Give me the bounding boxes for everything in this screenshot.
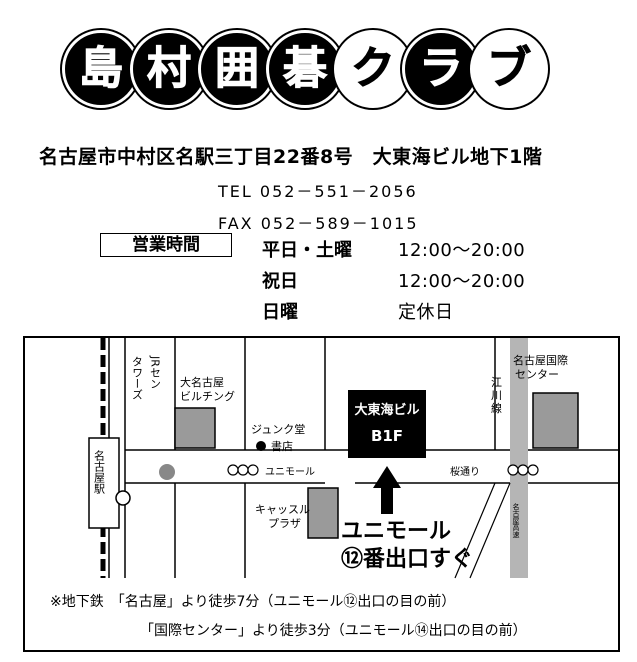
hours-day: 祝日	[262, 271, 298, 292]
floor-label: B1F	[371, 427, 403, 445]
fax: FAX 052－589－1015	[218, 214, 419, 233]
logo-char-3: 囲	[198, 30, 276, 108]
junkudo-label-1: ジュンク堂	[251, 423, 305, 436]
dai-nagoya-building	[174, 407, 216, 449]
logo-char-1: 島	[62, 30, 140, 108]
daitokai-building	[348, 390, 426, 458]
castle-plaza-building	[307, 487, 339, 539]
hours-time: 12:00～20:00	[398, 271, 526, 292]
hours-row: 祝日 12:00～20:00	[262, 267, 525, 293]
intl-center-label-1: 名古屋国際	[513, 353, 568, 367]
dai-nagoya-label-1: 大名古屋	[180, 375, 224, 389]
logo-char-2: 村	[130, 30, 208, 108]
logo-char-7: ブ	[470, 30, 548, 108]
meitetsu-label: 名古屋高速	[512, 502, 520, 539]
intl-center-label-2: センター	[515, 368, 559, 381]
junkudo-dot	[256, 441, 266, 451]
jr-towers-label-1: JRセン	[149, 355, 162, 389]
access-map: 大東海ビル B1F JRセン タワーズ 名古屋駅 大名古屋 ビルチング ジュンク…	[23, 336, 620, 652]
hours-row: 日曜 定休日	[262, 298, 453, 324]
hours-day: 日曜	[262, 302, 298, 323]
logo-char-4: 碁	[266, 30, 344, 108]
castle-plaza-label-1: キャッスル	[255, 503, 310, 516]
hours-label: 営業時間	[100, 233, 232, 257]
building-label: 大東海ビル	[354, 402, 419, 418]
unimall-road-label: ユニモール	[265, 467, 315, 478]
hours-time: 12:00～20:00	[398, 240, 526, 261]
egawa-label-2: 川	[491, 389, 502, 402]
nagoya-station-label: 名古屋駅	[93, 449, 106, 495]
egawa-label-3: 線	[491, 401, 502, 415]
roundabout-icon	[159, 464, 175, 480]
logo-char-6: ラ	[402, 30, 480, 108]
sakura-dori-label: 桜通り	[450, 465, 480, 478]
exit-title: ユニモール	[341, 519, 451, 544]
dai-nagoya-label-2: ビルチング	[180, 389, 235, 403]
junkudo-label-2: 書店	[271, 439, 293, 453]
jr-towers-label-2: タワーズ	[131, 356, 144, 400]
exit-subtitle: ⑫番出口すぐ	[341, 546, 473, 572]
castle-plaza-label-2: プラザ	[268, 517, 301, 530]
telephone: TEL 052－551－2056	[218, 182, 418, 201]
club-logo: 島 村 囲 碁 ク ラ ブ	[62, 30, 562, 120]
egawa-label-1: 江	[491, 376, 502, 389]
address: 名古屋市中村区名駅三丁目22番8号 大東海ビル地下1階	[39, 146, 543, 168]
access-note-2: 「国際センター」より徒歩3分（ユニモール⑭出口の目の前）	[140, 623, 527, 639]
hours-row: 平日・土曜 12:00～20:00	[262, 236, 525, 262]
entrance-arrow	[373, 466, 401, 514]
international-center-building	[532, 392, 579, 449]
logo-char-5: ク	[334, 30, 412, 108]
station-circle	[115, 490, 131, 506]
access-note-1: ※地下鉄 「名古屋」より徒歩7分（ユニモール⑫出口の目の前）	[50, 594, 456, 610]
hours-day: 平日・土曜	[262, 240, 352, 261]
hours-time: 定休日	[398, 302, 454, 323]
